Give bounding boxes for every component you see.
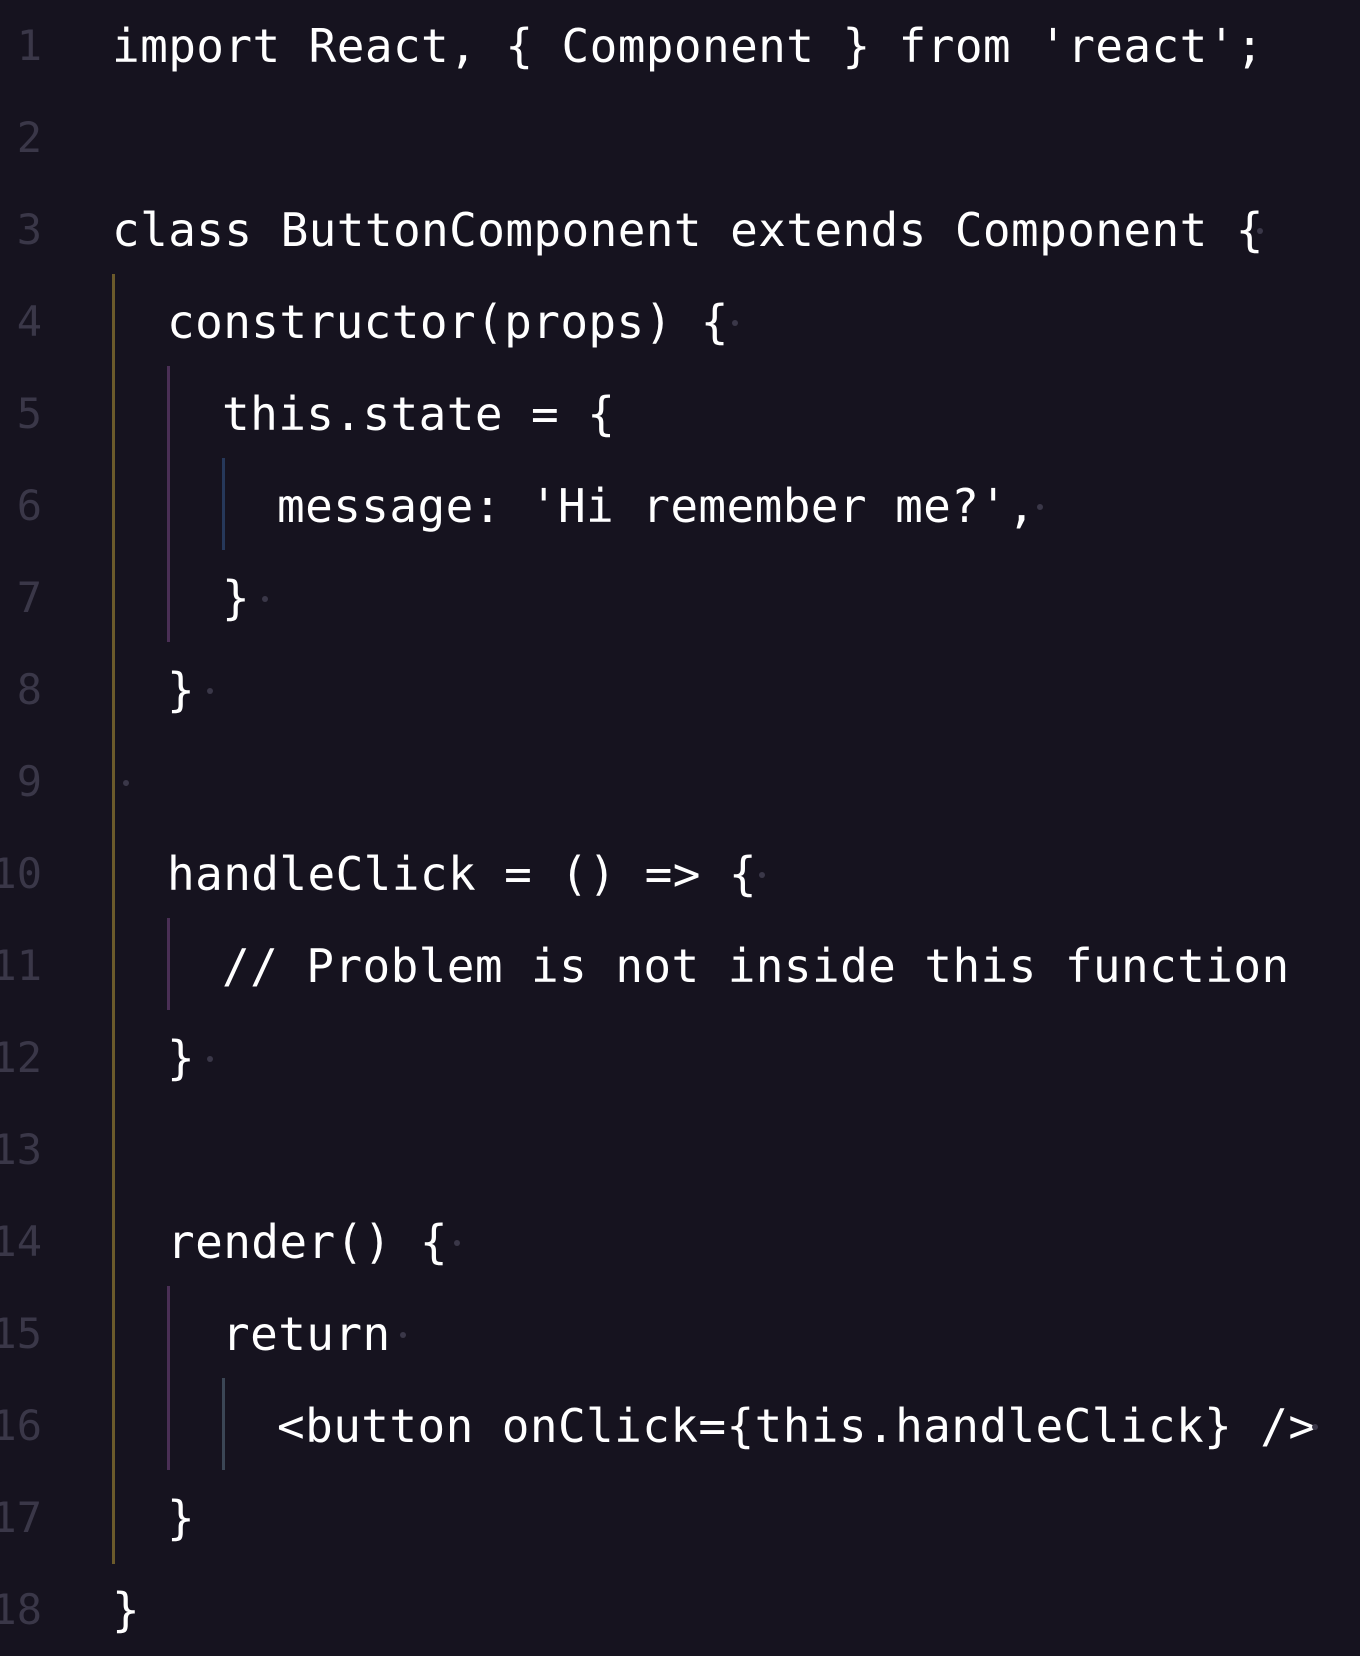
line-number: 1 (16, 21, 42, 70)
whitespace-dot-icon (262, 596, 268, 602)
code-text: message: 'Hi remember me?', (277, 479, 1036, 533)
code-line[interactable]: 8 } (0, 644, 1360, 736)
whitespace-dot-icon (1257, 228, 1263, 234)
code-text: return (222, 1307, 391, 1361)
code-line[interactable]: 10 handleClick = () => { (0, 828, 1360, 920)
code-line[interactable]: 6 message: 'Hi remember me?', (0, 460, 1360, 552)
code-text: constructor(props) { (167, 295, 729, 349)
whitespace-dot-icon (1037, 504, 1043, 510)
whitespace-dot-icon (759, 872, 765, 878)
line-number: 14 (0, 1217, 42, 1266)
code-text: } (167, 1491, 196, 1545)
line-number: 11 (0, 941, 42, 990)
code-line[interactable]: 5 this.state = { (0, 368, 1360, 460)
code-line[interactable]: 2 (0, 92, 1360, 184)
code-text: } (167, 663, 196, 717)
code-line[interactable]: 16 <button onClick={this.handleClick} /> (0, 1380, 1360, 1472)
code-text: this.state = { (222, 387, 616, 441)
code-line[interactable]: 15 return (0, 1288, 1360, 1380)
code-line[interactable]: 4 constructor(props) { (0, 276, 1360, 368)
code-line[interactable]: 12 } (0, 1012, 1360, 1104)
code-line[interactable]: 18 } (0, 1564, 1360, 1656)
line-number: 18 (0, 1585, 42, 1634)
line-number: 8 (16, 665, 42, 714)
whitespace-dot-icon (454, 1240, 460, 1246)
line-number: 7 (16, 573, 42, 622)
whitespace-dot-icon (207, 1056, 213, 1062)
code-text: } (222, 571, 251, 625)
line-number: 12 (0, 1033, 42, 1082)
line-number: 9 (16, 757, 42, 806)
line-number: 16 (0, 1401, 42, 1450)
line-number: 4 (16, 297, 42, 346)
code-editor[interactable]: 1 import React, { Component } from 'reac… (0, 0, 1360, 1656)
code-text: } (167, 1031, 196, 1085)
whitespace-dot-icon (1312, 1424, 1318, 1430)
code-text: render() { (167, 1215, 448, 1269)
line-number: 17 (0, 1493, 42, 1542)
line-number: 10 (0, 849, 42, 898)
code-text: class ButtonComponent extends Component … (112, 203, 1264, 257)
line-number: 15 (0, 1309, 42, 1358)
code-text: } (112, 1583, 141, 1637)
whitespace-dot-icon (400, 1332, 406, 1338)
line-number: 5 (16, 389, 42, 438)
code-line[interactable]: 14 render() { (0, 1196, 1360, 1288)
code-text: // Problem is not inside this function (222, 939, 1290, 993)
code-text: handleClick = () => { (167, 847, 757, 901)
line-number: 2 (16, 113, 42, 162)
line-number: 6 (16, 481, 42, 530)
code-line[interactable]: 7 } (0, 552, 1360, 644)
whitespace-dot-icon (207, 688, 213, 694)
code-text: import React, { Component } from 'react'… (112, 19, 1264, 73)
code-line[interactable]: 11 // Problem is not inside this functio… (0, 920, 1360, 1012)
code-text: <button onClick={this.handleClick} /> (277, 1399, 1317, 1453)
line-number: 3 (16, 205, 42, 254)
code-line[interactable]: 13 (0, 1104, 1360, 1196)
whitespace-dot-icon (123, 780, 129, 786)
code-line[interactable]: 1 import React, { Component } from 'reac… (0, 0, 1360, 92)
whitespace-dot-icon (732, 320, 738, 326)
line-number: 13 (0, 1125, 42, 1174)
code-line[interactable]: 3 class ButtonComponent extends Componen… (0, 184, 1360, 276)
code-line[interactable]: 17 } (0, 1472, 1360, 1564)
code-line[interactable]: 9 (0, 736, 1360, 828)
